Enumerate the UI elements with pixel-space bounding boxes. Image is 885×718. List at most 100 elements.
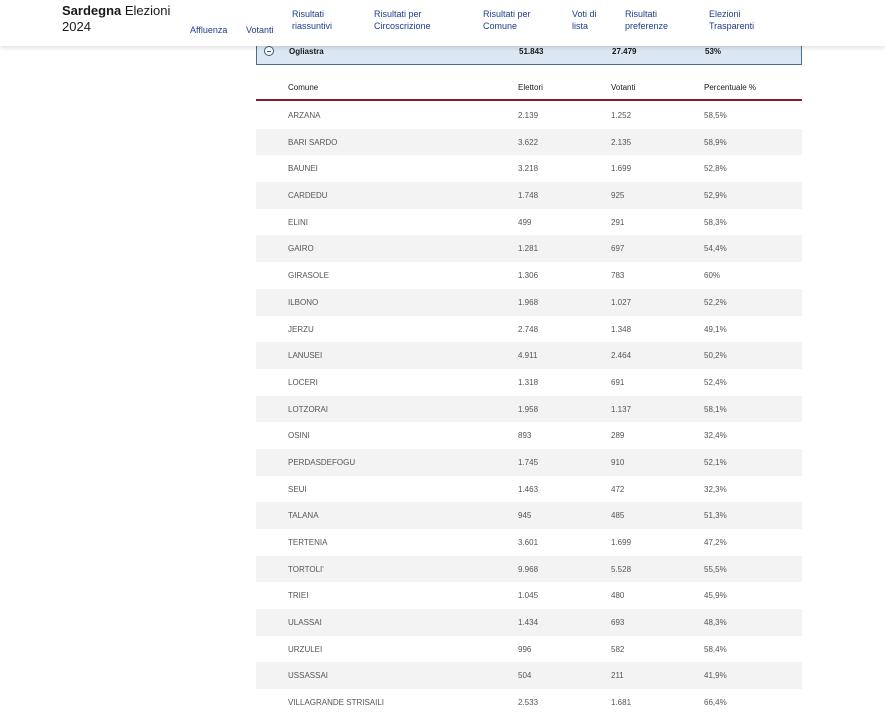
elettori-cell: 1.306 [518,271,539,281]
elettori-cell: 996 [518,644,532,654]
elettori-cell: 1.281 [518,244,539,254]
percentuale-cell: 52,4% [704,377,727,387]
comuni-table-body: ARZANA 2.139 1.252 58,5% BARI SARDO 3.622 2.13… [256,102,802,716]
elettori-cell: 893 [518,431,532,441]
percentuale-cell: 32,4% [704,431,727,441]
votanti-cell: 783 [611,271,625,281]
nav-votanti[interactable]: Votanti [246,24,274,36]
table-row: BAUNEI 3.218 1.699 52,8% [256,155,802,182]
comune-cell: BARI SARDO [288,137,338,147]
votanti-cell: 2.135 [611,137,632,147]
comune-cell: SEUI [288,484,307,494]
site-brand[interactable]: Sardegna Elezioni 2024 [62,3,170,35]
votanti-cell: 1.681 [611,698,632,708]
nav-risultati-preferenze[interactable]: Risultati preferenze [625,8,668,32]
votanti-cell: 1.699 [611,164,632,174]
percentuale-cell: 52,8% [704,164,727,174]
elettori-cell: 499 [518,217,532,227]
votanti-cell: 697 [611,244,625,254]
elettori-cell: 3.622 [518,137,539,147]
table-row: CARDEDU 1.748 925 52,9% [256,182,802,209]
percentuale-cell: 45,9% [704,591,727,601]
votanti-cell: 910 [611,457,625,467]
elettori-cell: 1.745 [518,457,539,467]
elettori-cell: 1.318 [518,377,539,387]
votanti-cell: 693 [611,618,625,628]
votanti-cell: 691 [611,377,625,387]
table-row: TALANA 945 485 51,3% [256,502,802,529]
percentuale-cell: 49,1% [704,324,727,334]
table-row: JERZU 2.748 1.348 49,1% [256,316,802,343]
table-row: ELINI 499 291 58,3% [256,209,802,236]
nav-risultati-riassuntivi[interactable]: Risultati riassuntivi [292,8,332,32]
percentuale-cell: 55,5% [704,564,727,574]
comune-cell: ILBONO [288,297,319,307]
collapse-minus-icon[interactable] [264,46,274,56]
elettori-cell: 1.748 [518,191,539,201]
votanti-cell: 1.027 [611,297,632,307]
votanti-cell: 1.699 [611,538,632,547]
percentuale-cell: 58,5% [704,111,727,120]
comune-cell: CARDEDU [288,191,328,201]
comune-cell: ARZANA [288,111,321,120]
table-row: ARZANA 2.139 1.252 58,5% [256,102,802,129]
elettori-cell: 3.601 [518,538,539,547]
elettori-cell: 945 [518,511,532,521]
table-row: GAIRO 1.281 697 54,4% [256,235,802,263]
brand-subtitle: Elezioni [124,3,171,18]
table-row: SEUI 1.463 472 32,3% [256,476,802,503]
percentuale-cell: 41,9% [704,671,727,681]
comune-cell: ELINI [288,217,309,227]
elettori-cell: 2.748 [518,324,539,334]
comune-cell: LANUSEI [288,351,323,361]
column-header-elettori: Elettori [518,83,543,92]
table-row: ULASSAI 1.434 693 48,3% [256,609,802,636]
table-row: BARI SARDO 3.622 2.135 58,9% [256,128,802,156]
elettori-cell: 2.533 [518,698,539,708]
table-row: TERTENIA 3.601 1.699 47,2% [256,529,802,556]
elettori-cell: 504 [518,671,532,681]
comune-cell: LOTZORAI [288,404,329,414]
votanti-cell: 1.137 [611,404,632,414]
elettori-cell: 4.911 [518,351,538,361]
nav-risultati-circoscrizione[interactable]: Risultati per Circoscrizione [374,8,431,32]
table-row: TRIEI 1.045 480 45,9% [256,582,802,609]
percentuale-cell: 50,2% [704,351,727,361]
province-percentuale: 53% [705,47,722,56]
column-header-comune: Comune [288,83,319,92]
percentuale-cell: 48,3% [704,618,727,628]
votanti-cell: 211 [611,671,624,681]
nav-affluenza[interactable]: Affluenza [190,24,227,36]
table-row: URZULEI 996 582 58,4% [256,636,802,663]
percentuale-cell: 58,3% [704,217,727,227]
percentuale-cell: 60% [704,271,721,281]
comune-cell: OSINI [288,431,310,441]
province-name: Ogliastra [289,47,324,56]
votanti-cell: 925 [611,191,625,201]
comune-cell: GIRASOLE [288,271,329,281]
column-header-votanti: Votanti [611,83,636,92]
comune-cell: BAUNEI [288,164,318,174]
percentuale-cell: 52,1% [704,457,727,467]
percentuale-cell: 66,4% [704,698,727,708]
nav-elezioni-trasparenti[interactable]: Elezioni Trasparenti [709,8,754,32]
nav-voti-lista[interactable]: Voti di lista [572,8,597,32]
comune-cell: ULASSAI [288,618,322,628]
table-row: USSASSAI 504 211 41,9% [256,662,802,690]
elettori-cell: 1.045 [518,591,539,601]
votanti-cell: 472 [611,484,625,494]
elettori-cell: 2.139 [518,111,539,120]
comune-cell: URZULEI [288,644,323,654]
votanti-cell: 480 [611,591,625,601]
column-header-percentuale: Percentuale % [704,83,757,92]
votanti-cell: 1.348 [611,324,632,334]
votanti-cell: 5.528 [611,564,632,574]
percentuale-cell: 47,2% [704,538,727,547]
percentuale-cell: 58,4% [704,644,727,654]
brand-name: Sardegna [62,3,122,18]
votanti-cell: 485 [611,511,625,521]
comune-cell: TALANA [288,511,319,521]
nav-risultati-comune[interactable]: Risultati per Comune [483,8,531,32]
comune-cell: TORTOLI' [288,564,324,574]
votanti-cell: 291 [611,217,625,227]
